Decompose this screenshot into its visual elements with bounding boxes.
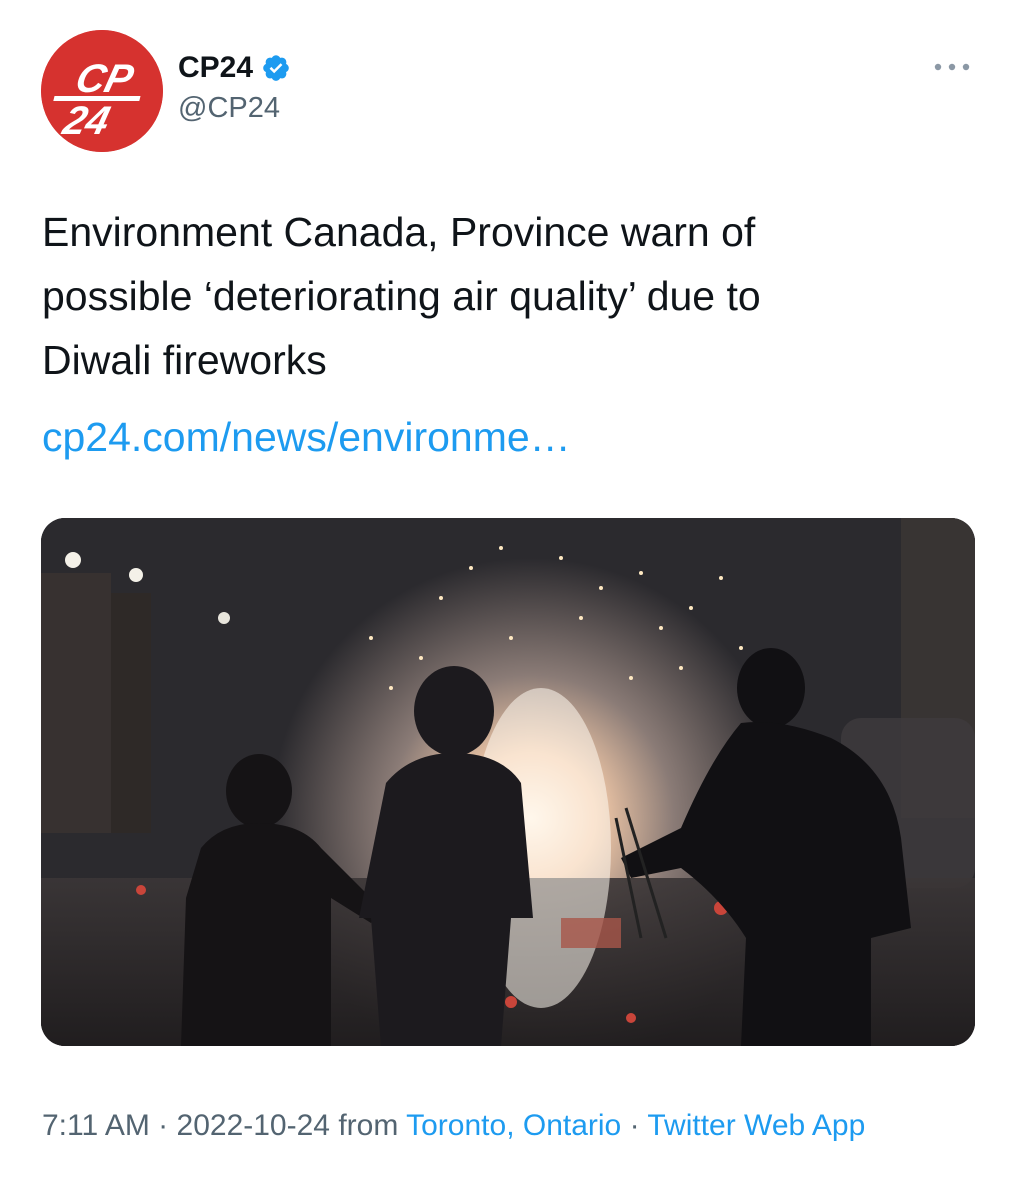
tweet-media-image[interactable]: [41, 518, 975, 1046]
tweet-text-line: Diwali fireworks: [42, 337, 327, 383]
tweet-source-link[interactable]: Twitter Web App: [647, 1109, 865, 1142]
meta-separator: ·: [621, 1109, 648, 1142]
author-name-row[interactable]: CP24: [178, 50, 291, 86]
tweet-meta: 7:11 AM · 2022-10-24 from Toronto, Ontar…: [42, 1104, 972, 1148]
tweet-text: Environment Canada, Province warn of pos…: [42, 200, 972, 392]
tweet-time[interactable]: 7:11 AM: [42, 1109, 150, 1142]
more-options-icon[interactable]: [930, 52, 974, 82]
verified-badge-icon: [263, 55, 289, 81]
tweet-text-line: possible ‘deteriorating air quality’ due…: [42, 273, 761, 319]
from-label: from: [329, 1109, 407, 1142]
display-name[interactable]: CP24: [178, 50, 253, 86]
tweet-text-line: Environment Canada, Province warn of: [42, 209, 756, 255]
tweet-date[interactable]: 2022-10-24: [177, 1109, 330, 1142]
meta-separator: ·: [149, 1109, 177, 1142]
avatar[interactable]: CP 24: [41, 30, 163, 152]
article-link[interactable]: cp24.com/news/environme…: [42, 405, 571, 469]
author-handle[interactable]: @CP24: [178, 90, 280, 126]
tweet-location-link[interactable]: Toronto, Ontario: [406, 1109, 621, 1142]
